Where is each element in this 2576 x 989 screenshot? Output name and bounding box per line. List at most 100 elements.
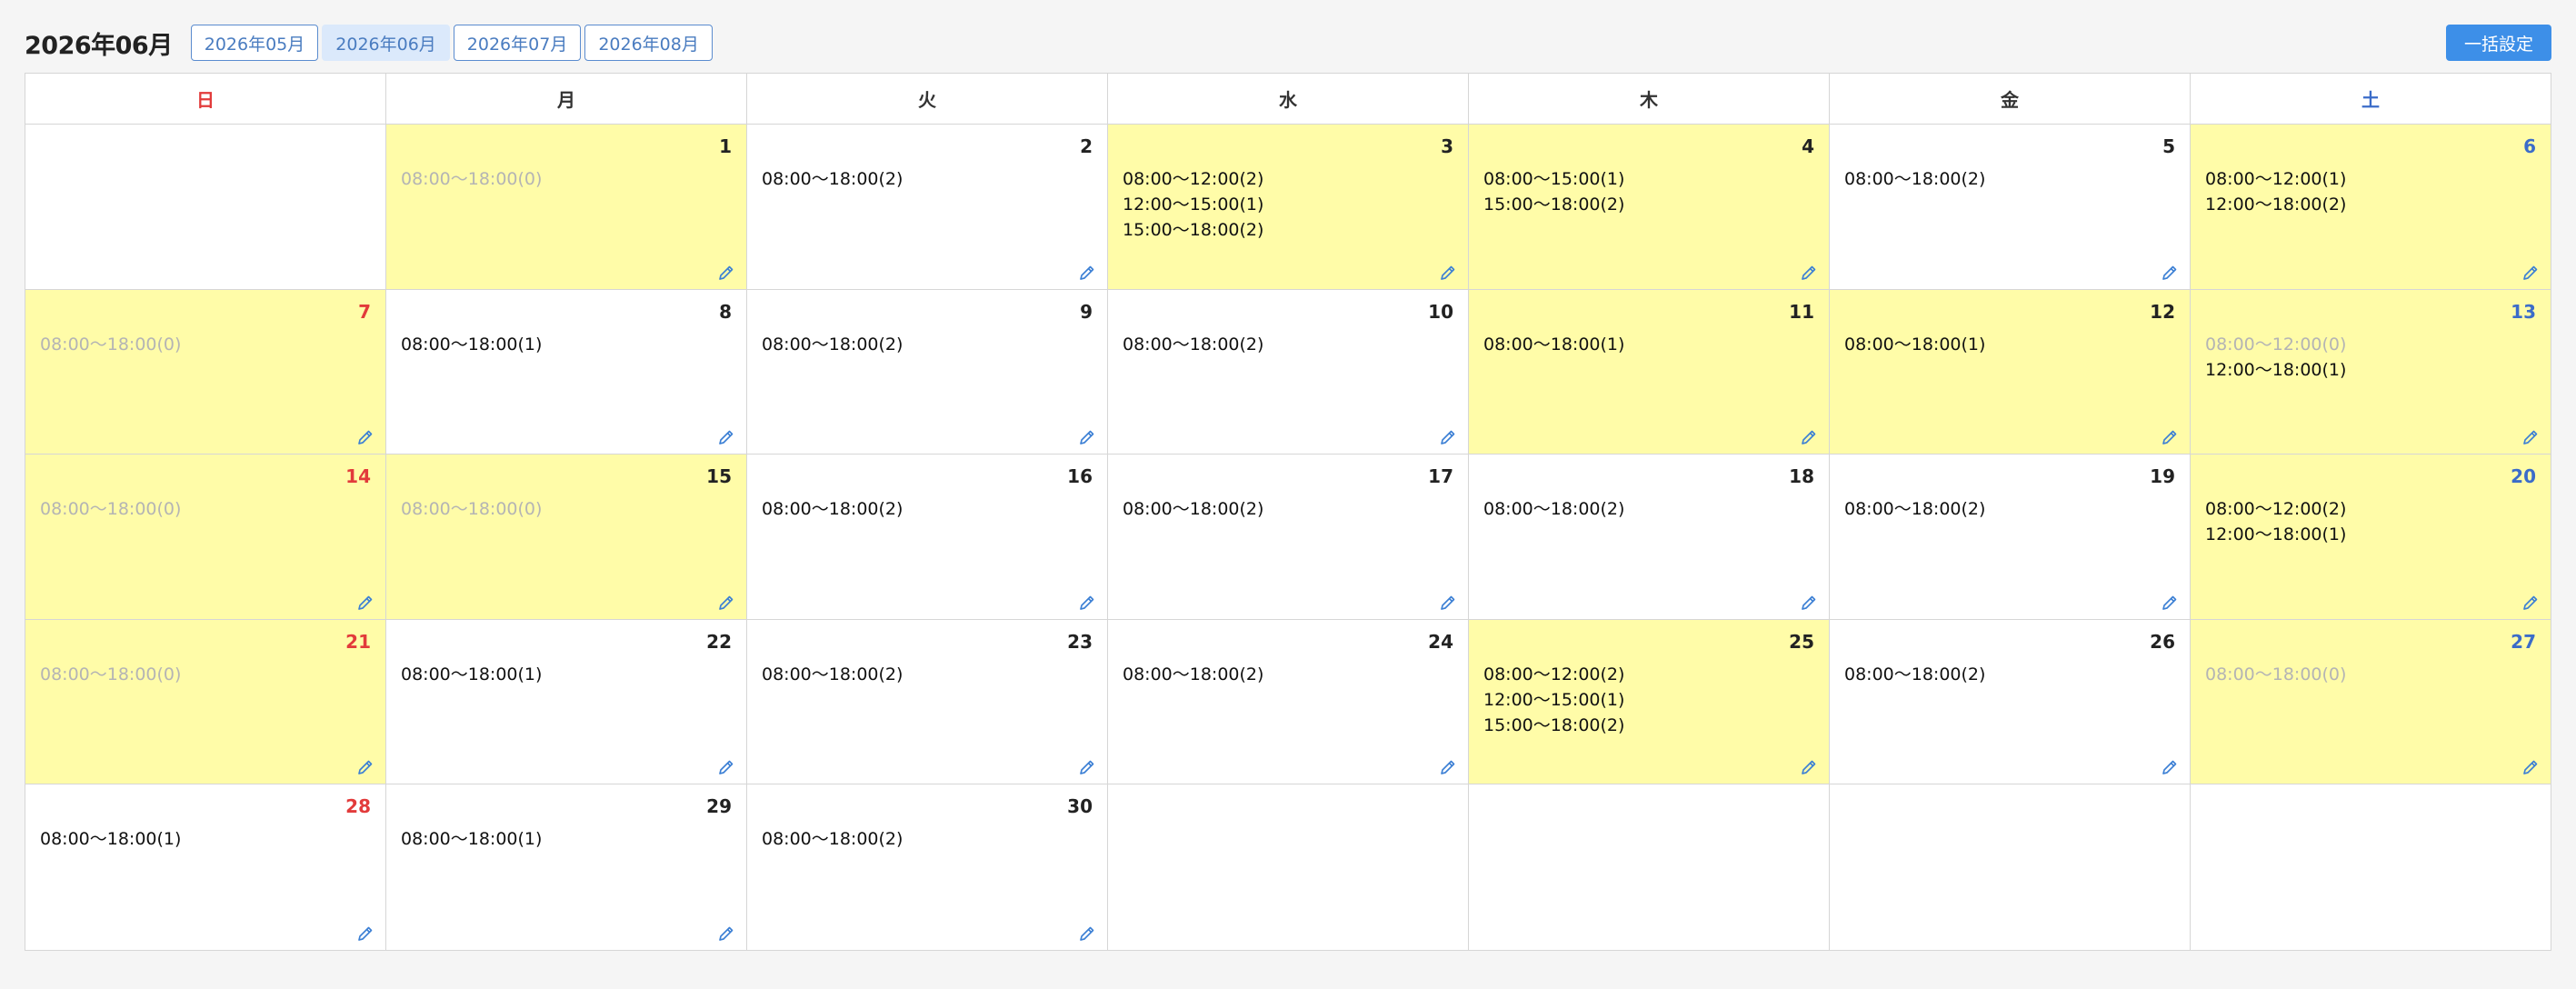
- pencil-icon[interactable]: [356, 594, 374, 612]
- day-cell-3[interactable]: 3 08:00〜12:00(2) 12:00〜15:00(1) 15:00〜18:00…: [1108, 125, 1469, 289]
- day-number: 13: [2511, 300, 2536, 323]
- day-cell-21[interactable]: 21 08:00〜18:00(0): [25, 619, 386, 784]
- day-cell-18[interactable]: 18 08:00〜18:00(2): [1469, 455, 1830, 619]
- day-number: 26: [2150, 630, 2175, 653]
- empty-day-cell: [1469, 784, 1830, 950]
- time-slot: 08:00〜18:00(1): [401, 829, 543, 849]
- pencil-icon[interactable]: [1078, 428, 1096, 446]
- pencil-icon[interactable]: [1439, 758, 1457, 776]
- day-cell-15[interactable]: 15 08:00〜18:00(0): [386, 455, 747, 619]
- time-slot-list: 08:00〜18:00(0): [40, 332, 371, 357]
- pencil-icon[interactable]: [1439, 264, 1457, 282]
- day-cell-1[interactable]: 1 08:00〜18:00(0): [386, 125, 747, 289]
- pencil-icon[interactable]: [2521, 594, 2540, 612]
- calendar-week: 21 08:00〜18:00(0) 22 08:00〜18:00(1) 23 08:00〜…: [25, 619, 2551, 784]
- pencil-icon[interactable]: [1800, 264, 1818, 282]
- day-cell-19[interactable]: 19 08:00〜18:00(2): [1830, 455, 2191, 619]
- day-cell-16[interactable]: 16 08:00〜18:00(2): [747, 455, 1108, 619]
- pencil-icon[interactable]: [1078, 594, 1096, 612]
- pencil-icon[interactable]: [2521, 428, 2540, 446]
- day-number: 27: [2511, 630, 2536, 653]
- pencil-icon[interactable]: [1078, 758, 1096, 776]
- pencil-icon[interactable]: [717, 758, 735, 776]
- time-slot: 08:00〜18:00(2): [1844, 664, 1986, 684]
- pencil-icon[interactable]: [717, 428, 735, 446]
- day-cell-22[interactable]: 22 08:00〜18:00(1): [386, 619, 747, 784]
- pencil-icon[interactable]: [1078, 264, 1096, 282]
- day-cell-12[interactable]: 12 08:00〜18:00(1): [1830, 289, 2191, 454]
- pencil-icon[interactable]: [717, 594, 735, 612]
- pencil-icon[interactable]: [2521, 264, 2540, 282]
- pencil-icon[interactable]: [1439, 594, 1457, 612]
- day-number: 1: [719, 135, 732, 157]
- day-cell-13[interactable]: 13 08:00〜12:00(0) 12:00〜18:00(1): [2191, 289, 2551, 454]
- pencil-icon[interactable]: [356, 428, 374, 446]
- day-cell-10[interactable]: 10 08:00〜18:00(2): [1108, 289, 1469, 454]
- time-slot-list: 08:00〜18:00(2): [762, 662, 1093, 687]
- pencil-icon[interactable]: [717, 924, 735, 943]
- day-cell-29[interactable]: 29 08:00〜18:00(1): [386, 784, 747, 950]
- day-cell-28[interactable]: 28 08:00〜18:00(1): [25, 784, 386, 950]
- day-number: 2: [1080, 135, 1093, 157]
- pencil-icon[interactable]: [2161, 758, 2179, 776]
- day-cell-25[interactable]: 25 08:00〜12:00(2) 12:00〜15:00(1) 15:00〜18:0…: [1469, 619, 1830, 784]
- pencil-icon[interactable]: [356, 758, 374, 776]
- pencil-icon[interactable]: [1800, 428, 1818, 446]
- day-number: 22: [706, 630, 732, 653]
- day-cell-2[interactable]: 2 08:00〜18:00(2): [747, 125, 1108, 289]
- pencil-icon[interactable]: [1800, 594, 1818, 612]
- time-slot: 08:00〜12:00(2): [1123, 169, 1264, 189]
- time-slot-list: 08:00〜18:00(1): [1844, 332, 2175, 357]
- time-slot: 08:00〜18:00(2): [1123, 334, 1264, 355]
- page-title: 2026年06月: [25, 31, 173, 60]
- calendar-week: 28 08:00〜18:00(1) 29 08:00〜18:00(1) 30 08:00〜…: [25, 784, 2551, 950]
- day-cell-6[interactable]: 6 08:00〜12:00(1) 12:00〜18:00(2): [2191, 125, 2551, 289]
- time-slot-list: 08:00〜18:00(0): [2205, 662, 2536, 687]
- month-button-3[interactable]: 2026年08月: [584, 25, 713, 61]
- time-slot-list: 08:00〜18:00(2): [1844, 496, 2175, 522]
- day-cell-17[interactable]: 17 08:00〜18:00(2): [1108, 455, 1469, 619]
- month-button-2[interactable]: 2026年07月: [453, 25, 582, 61]
- pencil-icon[interactable]: [1800, 758, 1818, 776]
- pencil-icon[interactable]: [717, 264, 735, 282]
- month-button-1[interactable]: 2026年06月: [322, 25, 450, 61]
- pencil-icon[interactable]: [356, 924, 374, 943]
- empty-day-cell: [25, 125, 386, 289]
- day-number: 6: [2523, 135, 2536, 157]
- day-cell-14[interactable]: 14 08:00〜18:00(0): [25, 455, 386, 619]
- day-number: 12: [2150, 300, 2175, 323]
- day-cell-30[interactable]: 30 08:00〜18:00(2): [747, 784, 1108, 950]
- day-cell-24[interactable]: 24 08:00〜18:00(2): [1108, 619, 1469, 784]
- time-slot-list: 08:00〜18:00(0): [401, 496, 732, 522]
- bulk-settings-button[interactable]: 一括設定: [2445, 25, 2551, 61]
- day-cell-5[interactable]: 5 08:00〜18:00(2): [1830, 125, 2191, 289]
- day-number: 29: [706, 795, 732, 817]
- time-slot: 08:00〜18:00(2): [762, 169, 904, 189]
- day-cell-23[interactable]: 23 08:00〜18:00(2): [747, 619, 1108, 784]
- time-slot: 08:00〜18:00(0): [2205, 664, 2347, 684]
- pencil-icon[interactable]: [2521, 758, 2540, 776]
- time-slot-list: 08:00〜18:00(0): [40, 662, 371, 687]
- day-cell-26[interactable]: 26 08:00〜18:00(2): [1830, 619, 2191, 784]
- day-cell-11[interactable]: 11 08:00〜18:00(1): [1469, 289, 1830, 454]
- pencil-icon[interactable]: [2161, 428, 2179, 446]
- time-slot: 08:00〜18:00(2): [762, 499, 904, 519]
- day-number: 28: [345, 795, 371, 817]
- day-cell-4[interactable]: 4 08:00〜15:00(1) 15:00〜18:00(2): [1469, 125, 1830, 289]
- day-cell-7[interactable]: 7 08:00〜18:00(0): [25, 289, 386, 454]
- calendar-week: 7 08:00〜18:00(0) 8 08:00〜18:00(1) 9 08:00〜18:…: [25, 289, 2551, 455]
- pencil-icon[interactable]: [1078, 924, 1096, 943]
- pencil-icon[interactable]: [1439, 428, 1457, 446]
- time-slot-list: 08:00〜12:00(0) 12:00〜18:00(1): [2205, 332, 2536, 383]
- day-number: 5: [2162, 135, 2175, 157]
- day-cell-9[interactable]: 9 08:00〜18:00(2): [747, 289, 1108, 454]
- month-button-0[interactable]: 2026年05月: [190, 25, 319, 61]
- day-number: 24: [1428, 630, 1453, 653]
- pencil-icon[interactable]: [2161, 264, 2179, 282]
- day-cell-27[interactable]: 27 08:00〜18:00(0): [2191, 619, 2551, 784]
- time-slot: 15:00〜18:00(2): [1483, 195, 1625, 215]
- pencil-icon[interactable]: [2161, 594, 2179, 612]
- day-cell-20[interactable]: 20 08:00〜12:00(2) 12:00〜18:00(1): [2191, 455, 2551, 619]
- day-cell-8[interactable]: 8 08:00〜18:00(1): [386, 289, 747, 454]
- time-slot-list: 08:00〜18:00(2): [1844, 662, 2175, 687]
